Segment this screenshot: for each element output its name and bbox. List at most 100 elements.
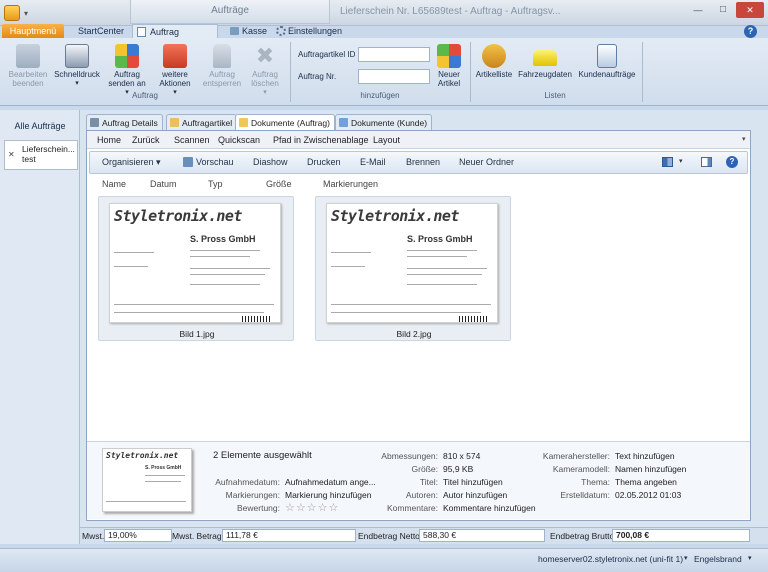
auftrag-senden-button[interactable]: Auftrag senden an ▾ (104, 44, 150, 97)
views-dropdown-icon[interactable]: ▾ (679, 157, 683, 165)
diashow-button[interactable]: Diashow (253, 157, 288, 167)
schnelldruck-button[interactable]: Schnelldruck ▾ (52, 44, 102, 88)
tab-auftragartikel-label: Auftragartikel (182, 118, 233, 128)
download-icon (163, 44, 187, 68)
preview-text-line (331, 252, 371, 253)
alle-auftraege-link[interactable]: Alle Aufträge (0, 121, 80, 131)
user-dropdown-icon[interactable]: ▾ (748, 554, 752, 562)
artikel-nr-label: Auftrag Nr. (298, 72, 337, 81)
kameramodell-label: Kameramodell: (552, 464, 610, 474)
auftrag-loeschen-button[interactable]: ✖ Auftrag löschen ▾ (244, 44, 286, 97)
close-window-button[interactable]: ✕ (736, 2, 764, 18)
preview-text-line (190, 250, 260, 251)
file-thumbnail[interactable]: Styletronix.net S. Pross GmbH Bild 1.jpg (98, 196, 294, 341)
file-thumbnail[interactable]: Styletronix.net S. Pross GmbH Bild 2.jpg (315, 196, 511, 341)
preview-company-text: S. Pross GmbH (190, 234, 256, 244)
titel-value[interactable]: Titel hinzufügen (443, 477, 503, 487)
barcode-icon (459, 316, 489, 322)
email-button[interactable]: E-Mail (360, 157, 386, 167)
kameramodell-value[interactable]: Namen hinzufügen (615, 464, 686, 474)
autoren-label: Autoren: (405, 490, 438, 500)
help-icon[interactable]: ? (744, 25, 757, 38)
nav-pfad[interactable]: Pfad in Zwischenablage (273, 135, 369, 145)
close-order-icon[interactable]: ✕ (8, 150, 15, 159)
preview-text-line (114, 312, 264, 313)
nav-quickscan[interactable]: Quickscan (218, 135, 260, 145)
minimize-button[interactable]: — (686, 2, 710, 18)
title-center-tab: Aufträge (130, 0, 330, 24)
preview-text-line (190, 284, 260, 285)
column-typ[interactable]: Typ (208, 179, 223, 189)
abmessungen-value: 810 x 574 (443, 451, 481, 461)
tab-startcenter[interactable]: StartCenter (72, 24, 130, 38)
customer-orders-icon (597, 44, 617, 68)
nav-overflow-icon[interactable]: ▾ (742, 135, 746, 143)
artikel-id-label: Auftragartikel ID (298, 50, 356, 59)
server-dropdown-icon[interactable]: ▾ (684, 554, 688, 562)
ribbon-separator (470, 42, 471, 102)
tab-dokumente-auftrag[interactable]: Dokumente (Auftrag) (235, 114, 335, 131)
thema-value[interactable]: Thema angeben (615, 477, 677, 487)
auftrag-entsperren-button[interactable]: Auftrag entsperren (200, 44, 244, 88)
document-preview: Styletronix.net S. Pross GmbH (109, 203, 281, 323)
kommentare-value[interactable]: Kommentare hinzufügen (443, 503, 536, 513)
nav-scannen[interactable]: Scannen (174, 135, 210, 145)
maximize-button[interactable]: □ (711, 2, 735, 18)
app-icon[interactable] (4, 5, 20, 21)
preview-text-line (106, 501, 186, 502)
help-round-icon[interactable]: ? (726, 156, 738, 168)
vorschau-button[interactable]: Vorschau (196, 157, 234, 167)
preview-pane-icon[interactable] (701, 157, 712, 167)
tab-kasse-label: Kasse (242, 26, 268, 36)
tab-dokumente-kunde[interactable]: Dokumente (Kunde) (335, 114, 433, 130)
nav-zurueck[interactable]: Zurück (132, 135, 160, 145)
neuer-artikel-button[interactable]: Neuer Artikel (433, 44, 465, 88)
kundenauftraege-button[interactable]: Kundenaufträge (576, 44, 638, 79)
brennen-button[interactable]: Brennen (406, 157, 440, 167)
organisieren-button[interactable]: Organisieren ▾ (102, 157, 161, 168)
ribbon-separator (290, 42, 291, 102)
weitere-aktionen-button[interactable]: weitere Aktionen ▾ (152, 44, 198, 97)
preview-text-line (145, 475, 185, 476)
tab-auftrag-bearbeiten[interactable]: Auftrag bearbeiten (132, 24, 218, 51)
column-name[interactable]: Name (102, 179, 126, 189)
artikel-id-input[interactable] (358, 47, 430, 62)
tab-auftragartikel[interactable]: Auftragartikel (166, 114, 238, 130)
auftrag-loeschen-label: Auftrag löschen (251, 70, 279, 88)
column-groesse[interactable]: Größe (266, 179, 292, 189)
user-status[interactable]: Engelsbrand (694, 554, 742, 564)
views-icon[interactable] (662, 157, 673, 167)
tools-icon (482, 44, 506, 68)
kundenauftraege-label: Kundenaufträge (578, 70, 636, 79)
rating-stars[interactable]: ☆☆☆☆☆ (285, 501, 339, 514)
tab-einstellungen[interactable]: Einstellungen (274, 24, 348, 38)
kamerahersteller-value[interactable]: Text hinzufügen (615, 451, 675, 461)
artikelliste-button[interactable]: Artikelliste (474, 44, 514, 79)
mwst-input[interactable]: 19,00% (104, 529, 172, 542)
group-auftrag-label: Auftrag (132, 91, 158, 100)
file-name: Bild 2.jpg (396, 329, 432, 339)
tab-hauptmenu[interactable]: Hauptmenü (2, 24, 64, 38)
quick-access-arrow[interactable]: ▾ (24, 9, 28, 18)
autoren-value[interactable]: Autor hinzufügen (443, 490, 507, 500)
preview-text-line (145, 481, 181, 482)
server-status[interactable]: homeserver02.styletronix.net (uni-fit 1) (538, 554, 683, 564)
lock-icon (213, 44, 231, 68)
group-hinzufuegen-label: hinzufügen (360, 91, 400, 100)
artikel-nr-input[interactable] (358, 69, 430, 84)
nav-home[interactable]: Home (97, 135, 121, 145)
drucken-button[interactable]: Drucken (307, 157, 341, 167)
tab-auftrag-details[interactable]: Auftrag Details (86, 114, 163, 130)
window-title: Lieferschein Nr. L65689test - Auftrag - … (340, 6, 561, 17)
fahrzeugdaten-button[interactable]: Fahrzeugdaten (517, 44, 573, 79)
column-datum[interactable]: Datum (150, 179, 177, 189)
nav-layout[interactable]: Layout (373, 135, 400, 145)
column-markierungen[interactable]: Markierungen (323, 179, 378, 189)
group-listen-label: Listen (544, 91, 566, 100)
erstelldatum-label: Erstelldatum: (560, 490, 610, 500)
bearbeiten-beenden-button[interactable]: Bearbeiten beenden (6, 44, 50, 88)
artikelliste-label: Artikelliste (475, 70, 513, 79)
folder-icon (239, 118, 248, 127)
tab-kasse[interactable]: Kasse (228, 24, 273, 38)
neuer-ordner-button[interactable]: Neuer Ordner (459, 157, 514, 167)
